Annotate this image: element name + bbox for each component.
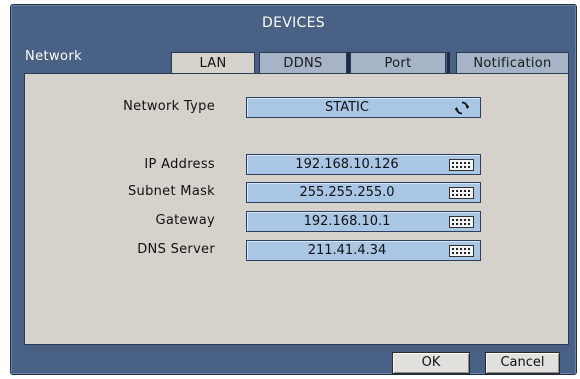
dns-server-value: 211.41.4.34 bbox=[307, 243, 387, 258]
dialog-title: DEVICES bbox=[262, 15, 325, 31]
dns-server-field[interactable]: 211.41.4.34 bbox=[246, 240, 481, 261]
ok-button[interactable]: OK bbox=[392, 352, 470, 374]
dns-server-label: DNS Server bbox=[137, 242, 215, 257]
subnet-mask-label: Subnet Mask bbox=[128, 184, 215, 199]
keyboard-icon[interactable] bbox=[449, 159, 474, 171]
gateway-value: 192.168.10.1 bbox=[303, 214, 391, 229]
network-type-select[interactable]: STATIC bbox=[246, 97, 481, 118]
gateway-label: Gateway bbox=[155, 213, 215, 228]
cycle-icon[interactable] bbox=[455, 101, 469, 115]
section-label: Network bbox=[25, 49, 83, 64]
dialog-frame: DEVICES Network LAN DDNS Port Notificati… bbox=[10, 4, 577, 375]
subnet-mask-value: 255.255.255.0 bbox=[299, 185, 395, 200]
cancel-button[interactable]: Cancel bbox=[485, 352, 560, 374]
tab-notification[interactable]: Notification bbox=[456, 52, 569, 74]
ip-address-field[interactable]: 192.168.10.126 bbox=[246, 154, 481, 175]
keyboard-icon[interactable] bbox=[449, 216, 474, 228]
devices-dialog: DEVICES Network LAN DDNS Port Notificati… bbox=[0, 0, 580, 379]
lan-settings-panel: Network Type STATIC IP Address 192.168.1… bbox=[24, 73, 569, 345]
gateway-field[interactable]: 192.168.10.1 bbox=[246, 211, 481, 232]
tab-divider bbox=[447, 52, 450, 74]
tab-ddns[interactable]: DDNS bbox=[259, 52, 347, 74]
ip-address-label: IP Address bbox=[144, 157, 215, 172]
ip-address-value: 192.168.10.126 bbox=[295, 157, 399, 172]
network-type-label: Network Type bbox=[123, 99, 215, 114]
keyboard-icon[interactable] bbox=[449, 187, 474, 199]
tab-port[interactable]: Port bbox=[350, 52, 446, 74]
keyboard-icon[interactable] bbox=[449, 245, 474, 257]
subnet-mask-field[interactable]: 255.255.255.0 bbox=[246, 182, 481, 203]
network-type-value: STATIC bbox=[325, 100, 369, 115]
